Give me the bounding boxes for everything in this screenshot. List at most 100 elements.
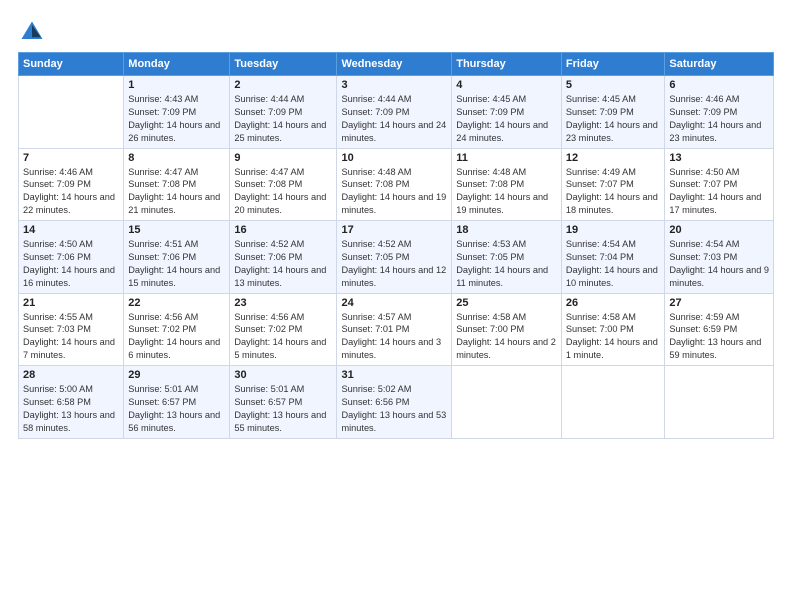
day-number: 2 (234, 79, 332, 91)
week-row-3: 14 Sunrise: 4:50 AMSunset: 7:06 PMDayligh… (19, 221, 774, 294)
day-cell: 23 Sunrise: 4:56 AMSunset: 7:02 PMDayligh… (230, 293, 337, 366)
day-number: 4 (456, 79, 557, 91)
day-number: 7 (23, 152, 119, 164)
day-cell: 16 Sunrise: 4:52 AMSunset: 7:06 PMDayligh… (230, 221, 337, 294)
day-number: 31 (341, 369, 447, 381)
cell-details: Sunrise: 4:52 AMSunset: 7:06 PMDaylight:… (234, 238, 332, 290)
day-number: 5 (566, 79, 661, 91)
col-header-thursday: Thursday (452, 53, 562, 76)
day-number: 29 (128, 369, 225, 381)
week-row-4: 21 Sunrise: 4:55 AMSunset: 7:03 PMDayligh… (19, 293, 774, 366)
col-header-tuesday: Tuesday (230, 53, 337, 76)
cell-details: Sunrise: 5:01 AMSunset: 6:57 PMDaylight:… (128, 383, 225, 435)
cell-details: Sunrise: 4:48 AMSunset: 7:08 PMDaylight:… (341, 166, 447, 218)
week-row-1: 1 Sunrise: 4:43 AMSunset: 7:09 PMDaylight… (19, 76, 774, 149)
day-cell: 9 Sunrise: 4:47 AMSunset: 7:08 PMDaylight… (230, 148, 337, 221)
header-row: SundayMondayTuesdayWednesdayThursdayFrid… (19, 53, 774, 76)
page: SundayMondayTuesdayWednesdayThursdayFrid… (0, 0, 792, 612)
cell-details: Sunrise: 4:46 AMSunset: 7:09 PMDaylight:… (669, 93, 769, 145)
day-cell: 4 Sunrise: 4:45 AMSunset: 7:09 PMDaylight… (452, 76, 562, 149)
day-number: 26 (566, 297, 661, 309)
day-number: 24 (341, 297, 447, 309)
day-number: 10 (341, 152, 447, 164)
day-cell: 7 Sunrise: 4:46 AMSunset: 7:09 PMDaylight… (19, 148, 124, 221)
day-cell (452, 366, 562, 439)
cell-details: Sunrise: 4:45 AMSunset: 7:09 PMDaylight:… (566, 93, 661, 145)
day-cell: 30 Sunrise: 5:01 AMSunset: 6:57 PMDayligh… (230, 366, 337, 439)
day-cell: 26 Sunrise: 4:58 AMSunset: 7:00 PMDayligh… (561, 293, 665, 366)
cell-details: Sunrise: 5:02 AMSunset: 6:56 PMDaylight:… (341, 383, 447, 435)
cell-details: Sunrise: 4:58 AMSunset: 7:00 PMDaylight:… (456, 311, 557, 363)
day-number: 22 (128, 297, 225, 309)
cell-details: Sunrise: 4:44 AMSunset: 7:09 PMDaylight:… (234, 93, 332, 145)
cell-details: Sunrise: 4:43 AMSunset: 7:09 PMDaylight:… (128, 93, 225, 145)
day-number: 30 (234, 369, 332, 381)
day-cell: 12 Sunrise: 4:49 AMSunset: 7:07 PMDayligh… (561, 148, 665, 221)
day-number: 13 (669, 152, 769, 164)
calendar-table: SundayMondayTuesdayWednesdayThursdayFrid… (18, 52, 774, 439)
col-header-sunday: Sunday (19, 53, 124, 76)
cell-details: Sunrise: 4:54 AMSunset: 7:04 PMDaylight:… (566, 238, 661, 290)
day-cell (561, 366, 665, 439)
col-header-monday: Monday (124, 53, 230, 76)
cell-details: Sunrise: 4:50 AMSunset: 7:07 PMDaylight:… (669, 166, 769, 218)
col-header-friday: Friday (561, 53, 665, 76)
cell-details: Sunrise: 4:46 AMSunset: 7:09 PMDaylight:… (23, 166, 119, 218)
day-cell: 14 Sunrise: 4:50 AMSunset: 7:06 PMDayligh… (19, 221, 124, 294)
cell-details: Sunrise: 4:51 AMSunset: 7:06 PMDaylight:… (128, 238, 225, 290)
week-row-5: 28Sunrise: 5:00 AMSunset: 6:58 PMDayligh… (19, 366, 774, 439)
day-cell (19, 76, 124, 149)
cell-details: Sunrise: 4:50 AMSunset: 7:06 PMDaylight:… (23, 238, 119, 290)
day-number: 16 (234, 224, 332, 236)
day-number: 18 (456, 224, 557, 236)
cell-details: Sunrise: 4:56 AMSunset: 7:02 PMDaylight:… (234, 311, 332, 363)
day-number: 14 (23, 224, 119, 236)
day-cell: 10 Sunrise: 4:48 AMSunset: 7:08 PMDayligh… (337, 148, 452, 221)
day-number: 27 (669, 297, 769, 309)
day-cell (665, 366, 774, 439)
day-cell: 6 Sunrise: 4:46 AMSunset: 7:09 PMDaylight… (665, 76, 774, 149)
col-header-saturday: Saturday (665, 53, 774, 76)
day-number: 21 (23, 297, 119, 309)
day-number: 9 (234, 152, 332, 164)
day-number: 25 (456, 297, 557, 309)
cell-details: Sunrise: 4:57 AMSunset: 7:01 PMDaylight:… (341, 311, 447, 363)
day-number: 6 (669, 79, 769, 91)
day-cell: 3Sunrise: 4:44 AMSunset: 7:09 PMDaylight… (337, 76, 452, 149)
header (18, 18, 774, 46)
day-number: 11 (456, 152, 557, 164)
day-cell: 25 Sunrise: 4:58 AMSunset: 7:00 PMDayligh… (452, 293, 562, 366)
cell-details: Sunrise: 4:49 AMSunset: 7:07 PMDaylight:… (566, 166, 661, 218)
day-cell: 5 Sunrise: 4:45 AMSunset: 7:09 PMDaylight… (561, 76, 665, 149)
day-cell: 27 Sunrise: 4:59 AMSunset: 6:59 PMDayligh… (665, 293, 774, 366)
cell-details: Sunrise: 4:55 AMSunset: 7:03 PMDaylight:… (23, 311, 119, 363)
day-cell: 13 Sunrise: 4:50 AMSunset: 7:07 PMDayligh… (665, 148, 774, 221)
cell-details: Sunrise: 4:59 AMSunset: 6:59 PMDaylight:… (669, 311, 769, 363)
day-cell: 28Sunrise: 5:00 AMSunset: 6:58 PMDayligh… (19, 366, 124, 439)
day-cell: 1 Sunrise: 4:43 AMSunset: 7:09 PMDaylight… (124, 76, 230, 149)
day-number: 15 (128, 224, 225, 236)
cell-details: Sunrise: 4:45 AMSunset: 7:09 PMDaylight:… (456, 93, 557, 145)
cell-details: Sunrise: 5:01 AMSunset: 6:57 PMDaylight:… (234, 383, 332, 435)
cell-details: Sunrise: 4:53 AMSunset: 7:05 PMDaylight:… (456, 238, 557, 290)
day-cell: 31 Sunrise: 5:02 AMSunset: 6:56 PMDayligh… (337, 366, 452, 439)
day-number: 1 (128, 79, 225, 91)
day-number: 28 (23, 369, 119, 381)
cell-details: Sunrise: 4:47 AMSunset: 7:08 PMDaylight:… (128, 166, 225, 218)
day-cell: 24 Sunrise: 4:57 AMSunset: 7:01 PMDayligh… (337, 293, 452, 366)
day-number: 8 (128, 152, 225, 164)
cell-details: Sunrise: 4:58 AMSunset: 7:00 PMDaylight:… (566, 311, 661, 363)
day-cell: 8 Sunrise: 4:47 AMSunset: 7:08 PMDaylight… (124, 148, 230, 221)
cell-details: Sunrise: 4:44 AMSunset: 7:09 PMDaylight:… (341, 93, 447, 145)
cell-details: Sunrise: 4:47 AMSunset: 7:08 PMDaylight:… (234, 166, 332, 218)
day-number: 23 (234, 297, 332, 309)
week-row-2: 7 Sunrise: 4:46 AMSunset: 7:09 PMDaylight… (19, 148, 774, 221)
day-cell: 2 Sunrise: 4:44 AMSunset: 7:09 PMDaylight… (230, 76, 337, 149)
cell-details: Sunrise: 4:52 AMSunset: 7:05 PMDaylight:… (341, 238, 447, 290)
day-cell: 29 Sunrise: 5:01 AMSunset: 6:57 PMDayligh… (124, 366, 230, 439)
day-cell: 15 Sunrise: 4:51 AMSunset: 7:06 PMDayligh… (124, 221, 230, 294)
day-number: 12 (566, 152, 661, 164)
day-cell: 17Sunrise: 4:52 AMSunset: 7:05 PMDayligh… (337, 221, 452, 294)
day-number: 20 (669, 224, 769, 236)
cell-details: Sunrise: 4:54 AMSunset: 7:03 PMDaylight:… (669, 238, 769, 290)
